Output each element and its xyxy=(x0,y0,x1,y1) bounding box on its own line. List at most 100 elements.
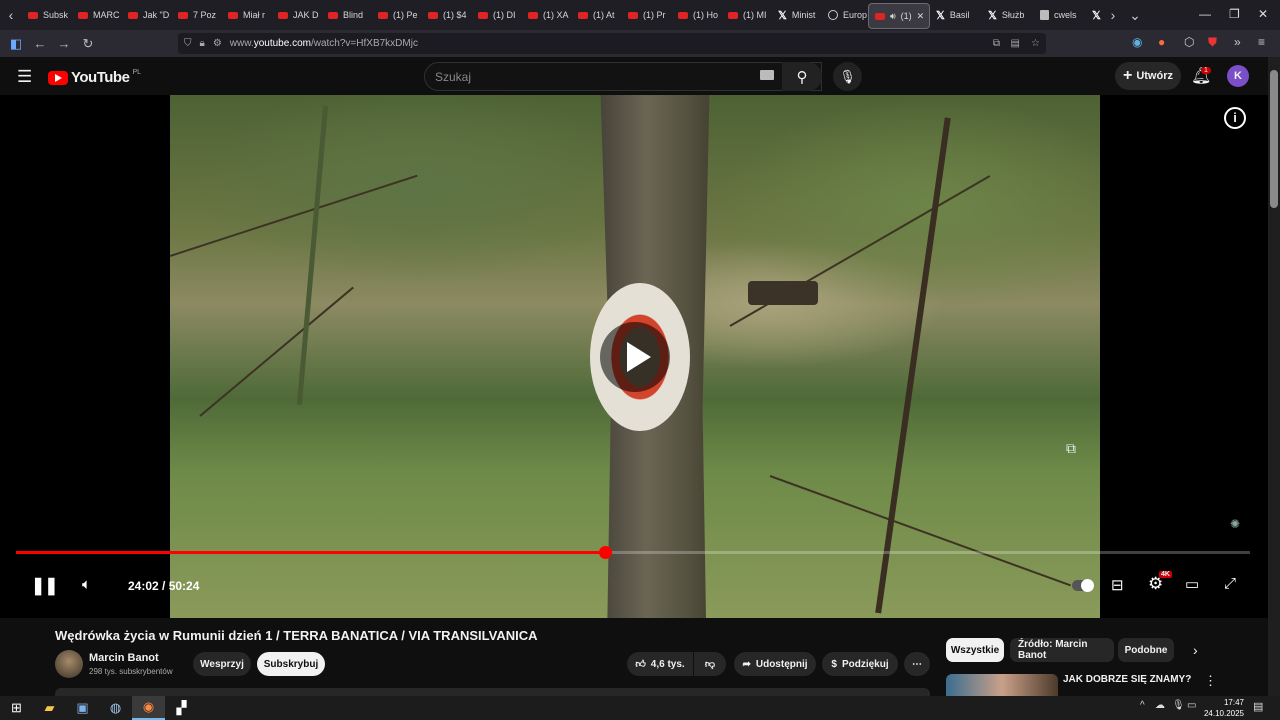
info-icon[interactable]: i xyxy=(1224,107,1246,129)
play-overlay-icon[interactable] xyxy=(600,322,670,392)
network-icon[interactable]: ▭ xyxy=(1187,700,1196,711)
chip-all[interactable]: Wszystkie xyxy=(946,638,1004,662)
share-button[interactable]: ➦ Udostępnij xyxy=(734,652,816,676)
tray-chevron-icon[interactable]: ^ xyxy=(1140,700,1145,711)
notification-center-icon[interactable]: ▤ xyxy=(1253,700,1263,713)
steam-icon[interactable]: ◍ xyxy=(99,696,132,720)
tab-1[interactable]: MARC xyxy=(72,0,122,30)
tab-2[interactable]: Jak "D xyxy=(122,0,172,30)
app-window-icon[interactable]: ▞ xyxy=(165,696,198,720)
keyboard-icon[interactable] xyxy=(760,70,774,80)
lock-icon[interactable]: 🔒︎ xyxy=(200,38,205,49)
tab-8[interactable]: (1) $4 xyxy=(422,0,472,30)
channel-avatar[interactable] xyxy=(55,650,83,678)
system-clock[interactable]: 17:47 24.10.2025 xyxy=(1204,697,1244,719)
file-explorer-icon[interactable]: ▰ xyxy=(33,696,66,720)
microphone-tray-icon[interactable]: 🎙︎ xyxy=(1172,700,1185,711)
address-bar[interactable]: ⛉ 🔒︎ ⚙ www.youtube.com/watch?v=HfXB7kxDM… xyxy=(178,33,1046,54)
vpn-extension-icon[interactable]: ◉ xyxy=(1132,35,1142,49)
fox-extension-icon[interactable]: ● xyxy=(1158,35,1165,49)
account-avatar[interactable]: K xyxy=(1227,65,1249,87)
chip-related[interactable]: Podobne xyxy=(1118,638,1174,662)
overflow-menu-icon[interactable]: » xyxy=(1234,35,1241,49)
speaker-icon[interactable]: 🔊︎ xyxy=(890,11,896,22)
firefox-icon[interactable]: ◉ xyxy=(132,696,165,720)
tab-18[interactable]: 𝕏 Basil xyxy=(930,0,982,30)
description-box[interactable] xyxy=(55,688,930,696)
theater-mode-icon[interactable]: ▭ xyxy=(1185,575,1199,593)
reader-view-icon[interactable]: ▤ xyxy=(1011,38,1020,49)
tab-16[interactable]: Europ xyxy=(822,0,868,30)
shield-icon[interactable]: ⛉ xyxy=(184,38,192,49)
minimize-icon[interactable]: — xyxy=(1199,7,1211,21)
tab-3[interactable]: 7 Poz xyxy=(172,0,222,30)
pause-icon[interactable]: ❚❚ xyxy=(31,576,58,596)
cloud-icon[interactable]: ☁ xyxy=(1155,700,1165,711)
tab-9[interactable]: (1) DI xyxy=(472,0,522,30)
tabs-scroll-left-icon[interactable]: ‹ xyxy=(0,7,22,23)
plus-icon: + xyxy=(1122,67,1133,84)
more-actions-button[interactable]: ⋯ xyxy=(904,652,930,676)
thanks-button[interactable]: $ Podziękuj xyxy=(822,652,898,676)
suggestion-thumbnail[interactable] xyxy=(946,674,1058,696)
channel-watermark-icon[interactable]: ✺ xyxy=(1230,517,1240,531)
subtitles-icon[interactable]: ⊟ xyxy=(1111,576,1124,594)
search-button[interactable]: ⚲ xyxy=(782,62,822,91)
tab-14[interactable]: (1) MI xyxy=(722,0,772,30)
youtube-icon xyxy=(428,11,438,19)
voice-search-button[interactable]: 🎙︎ xyxy=(833,62,862,91)
video-player[interactable]: ⧉ i ✺ ❚❚ 🔈︎ 24:02 / 50:24 ⊟ ⚙ 4K ▭ ⤢ xyxy=(0,95,1268,618)
tab-13[interactable]: (1) Ho xyxy=(672,0,722,30)
tab-17[interactable]: 🔊︎ (1) ✕ xyxy=(868,3,930,29)
scrollbar-thumb[interactable] xyxy=(1270,70,1278,208)
remote-desktop-icon[interactable]: ▣ xyxy=(66,696,99,720)
tabs-scroll-right-icon[interactable]: › xyxy=(1102,7,1124,23)
subscribe-button[interactable]: Subskrybuj xyxy=(257,652,325,676)
tab-21[interactable]: 𝕏 xyxy=(1086,0,1102,30)
hamburger-menu-icon[interactable]: ☰ xyxy=(17,67,32,87)
youtube-logo[interactable]: YouTube PL xyxy=(48,69,141,86)
tab-20[interactable]: cwels xyxy=(1034,0,1086,30)
bookmark-star-icon[interactable]: ☆ xyxy=(1031,38,1040,49)
ublock-icon[interactable]: ⛊ xyxy=(1208,35,1217,50)
tab-0[interactable]: Subsk xyxy=(22,0,72,30)
chips-next-icon[interactable]: › xyxy=(1193,642,1198,658)
close-window-icon[interactable]: ✕ xyxy=(1258,7,1268,21)
progress-bar[interactable] xyxy=(16,546,1250,559)
close-tab-icon[interactable]: ✕ xyxy=(917,11,925,22)
channel-name[interactable]: Marcin Banot xyxy=(89,652,159,664)
picture-in-picture-icon[interactable]: ⧉ xyxy=(993,38,1000,49)
maximize-icon[interactable]: ❐ xyxy=(1229,7,1240,21)
tab-10[interactable]: (1) XA xyxy=(522,0,572,30)
progress-scrubber[interactable] xyxy=(598,546,612,559)
app-menu-icon[interactable]: ≡ xyxy=(1258,35,1265,49)
create-button[interactable]: + Utwórz xyxy=(1115,62,1181,90)
tab-15[interactable]: 𝕏 Minist xyxy=(772,0,822,30)
tab-list-dropdown-icon[interactable]: ⌄ xyxy=(1124,7,1146,24)
autoplay-toggle[interactable] xyxy=(1072,579,1094,592)
permissions-icon[interactable]: ⚙ xyxy=(213,38,222,49)
windows-start-icon[interactable]: ⊞ xyxy=(0,696,33,720)
tab-12[interactable]: (1) Pr xyxy=(622,0,672,30)
tab-7[interactable]: (1) Pe xyxy=(372,0,422,30)
like-button[interactable]: 👍︎ 4,6 tys. xyxy=(627,652,693,676)
sidebar-toggle-icon[interactable]: ◧ xyxy=(4,36,28,52)
tab-4[interactable]: Miał r xyxy=(222,0,272,30)
suggestion-menu-icon[interactable]: ⋮ xyxy=(1204,673,1217,689)
chip-source[interactable]: Źródło: Marcin Banot xyxy=(1010,638,1114,662)
forward-button[interactable]: → xyxy=(52,36,76,51)
extensions-icon[interactable]: ⬡ xyxy=(1184,35,1194,49)
suggestion-title[interactable]: JAK DOBRZE SIĘ ZNAMY? xyxy=(1063,674,1191,685)
tab-5[interactable]: JAK D xyxy=(272,0,322,30)
video-frame[interactable]: ⧉ xyxy=(170,95,1100,618)
tab-11[interactable]: (1) At xyxy=(572,0,622,30)
back-button[interactable]: ← xyxy=(28,36,52,51)
picture-in-picture-icon[interactable]: ⧉ xyxy=(1066,440,1076,457)
tab-6[interactable]: Blind xyxy=(322,0,372,30)
fullscreen-icon[interactable]: ⤢ xyxy=(1224,575,1236,592)
tab-19[interactable]: 𝕏 Służb xyxy=(982,0,1034,30)
reload-button[interactable]: ↻ xyxy=(76,36,100,52)
support-button[interactable]: Wesprzyj xyxy=(193,652,251,676)
volume-icon[interactable]: 🔈︎ xyxy=(82,576,91,593)
dislike-button[interactable]: 👎︎ xyxy=(694,652,726,676)
